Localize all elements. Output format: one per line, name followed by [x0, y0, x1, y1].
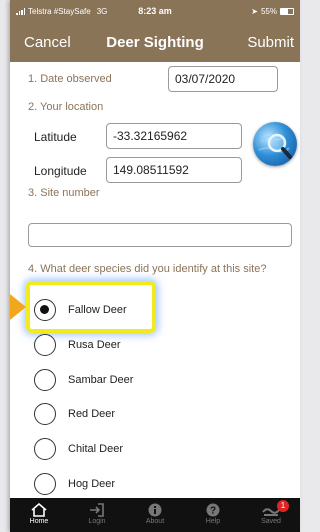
carrier-info: Telstra #StaySafe 3G	[16, 7, 107, 16]
info-icon	[148, 503, 162, 517]
tab-about[interactable]: About	[126, 498, 184, 532]
signal-icon	[16, 7, 25, 15]
tab-bar: Home Login About ? Help Saved 1	[10, 498, 300, 532]
date-label: 1. Date observed	[28, 73, 112, 85]
notification-badge: 1	[277, 500, 289, 512]
longitude-label: Longitude	[34, 164, 87, 178]
species-label: Fallow Deer	[68, 304, 127, 316]
site-number-label: 3. Site number	[28, 187, 100, 199]
radio-button[interactable]	[34, 369, 56, 391]
longitude-field[interactable]: 149.08511592	[106, 157, 242, 183]
tab-label: Saved	[261, 518, 281, 525]
submit-button[interactable]: Submit	[247, 34, 294, 51]
location-label: 2. Your location	[28, 101, 104, 113]
form-content: 1. Date observed 03/07/2020 2. Your loca…	[10, 62, 300, 498]
network-type: 3G	[96, 6, 108, 16]
tab-login[interactable]: Login	[68, 498, 126, 532]
radio-button[interactable]	[34, 299, 56, 321]
battery-icon	[280, 7, 294, 15]
tab-label: About	[145, 518, 165, 525]
login-icon	[90, 503, 104, 517]
species-label: Sambar Deer	[68, 374, 134, 386]
latitude-field[interactable]: -33.32165962	[106, 123, 242, 149]
species-option[interactable]: Sambar Deer	[34, 368, 133, 392]
svg-text:?: ?	[210, 506, 216, 517]
radio-button[interactable]	[34, 403, 56, 425]
species-label: Red Deer	[68, 408, 116, 420]
latitude-label: Latitude	[34, 130, 77, 144]
cancel-button[interactable]: Cancel	[24, 34, 71, 51]
date-field[interactable]: 03/07/2020	[168, 66, 278, 92]
battery-percent: 55%	[260, 6, 277, 16]
map-search-icon[interactable]	[253, 122, 297, 166]
tab-help[interactable]: ? Help	[184, 498, 242, 532]
species-option[interactable]: Hog Deer	[34, 472, 115, 496]
radio-button[interactable]	[34, 438, 56, 460]
species-question: 4. What deer species did you identify at…	[28, 263, 267, 275]
species-label: Hog Deer	[68, 478, 116, 490]
nav-bar: Cancel Deer Sighting Submit	[10, 22, 300, 62]
radio-button[interactable]	[34, 334, 56, 356]
tab-home[interactable]: Home	[10, 498, 68, 532]
species-option[interactable]: Fallow Deer	[34, 298, 127, 322]
species-option[interactable]: Chital Deer	[34, 437, 123, 461]
species-option[interactable]: Rusa Deer	[34, 333, 121, 357]
pointer-arrow	[10, 286, 26, 328]
site-number-field[interactable]	[28, 223, 292, 247]
species-label: Chital Deer	[68, 443, 124, 455]
battery-fill	[281, 8, 288, 14]
radio-button[interactable]	[34, 473, 56, 495]
tab-saved[interactable]: Saved 1	[242, 498, 300, 532]
location-arrow-icon: ➤	[251, 6, 258, 16]
tab-label: Login	[88, 518, 106, 525]
help-icon: ?	[206, 503, 220, 517]
tab-label: Help	[205, 518, 221, 525]
status-bar: Telstra #StaySafe 3G 8:23 am ➤ 55%	[10, 0, 300, 22]
home-icon	[31, 503, 47, 517]
carrier-name: Telstra #StaySafe	[28, 6, 91, 16]
status-right: ➤ 55%	[251, 7, 294, 16]
species-label: Rusa Deer	[68, 339, 121, 351]
app-screen: Telstra #StaySafe 3G 8:23 am ➤ 55% Cance…	[10, 0, 300, 532]
tab-label: Home	[29, 518, 49, 525]
species-option[interactable]: Red Deer	[34, 402, 115, 426]
